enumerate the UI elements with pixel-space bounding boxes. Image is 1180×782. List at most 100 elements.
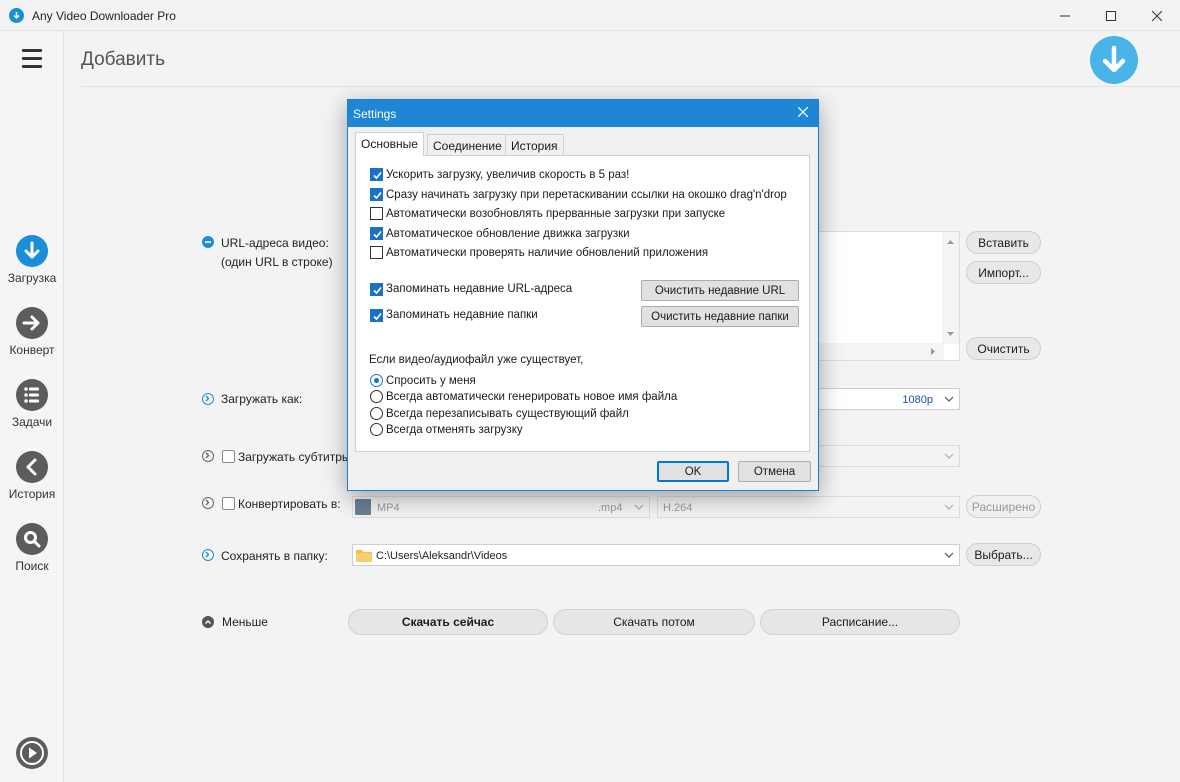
exists-heading: Если видео/аудиофайл уже существует,: [369, 354, 584, 366]
hamburger-menu-icon[interactable]: [22, 49, 42, 73]
browse-button[interactable]: Выбрать...: [966, 543, 1041, 566]
tab-panel: Ускорить загрузку, увеличив скорость в 5…: [355, 155, 810, 452]
sidebar-item-label: Загрузка: [7, 271, 57, 285]
expand-chevron-icon[interactable]: [202, 450, 214, 462]
option-checkbox[interactable]: [370, 246, 383, 259]
sidebar: Загрузка Конверт Задачи История Поиск: [0, 31, 64, 782]
option-checkbox[interactable]: [370, 188, 383, 201]
option-label: Автоматически возобновлять прерванные за…: [386, 208, 726, 220]
clear-recent-urls-button[interactable]: Очистить недавние URL: [641, 280, 799, 301]
sidebar-play-button[interactable]: [0, 737, 64, 769]
remember-folders-checkbox[interactable]: [370, 309, 383, 322]
exists-radio[interactable]: [370, 390, 383, 403]
option-label: Автоматическое обновление движка загрузк…: [386, 228, 630, 240]
option-checkbox[interactable]: [370, 168, 383, 181]
download-icon: [16, 235, 48, 267]
clear-button[interactable]: Очистить: [966, 337, 1041, 360]
codec-select[interactable]: H.264: [657, 496, 960, 518]
option-label: Сразу начинать загрузку при перетаскиван…: [386, 189, 787, 201]
convert-checkbox[interactable]: [222, 497, 235, 510]
exists-radio-label: Всегда отменять загрузку: [386, 424, 523, 436]
exists-radio-label: Всегда перезаписывать существующий файл: [386, 408, 629, 420]
dialog-title-bar: Settings: [348, 100, 818, 127]
page-title: Добавить: [81, 49, 165, 70]
remember-urls-checkbox[interactable]: [370, 283, 383, 296]
close-window-button[interactable]: [1134, 0, 1180, 31]
maximize-button[interactable]: [1088, 0, 1134, 31]
collapse-up-icon[interactable]: [202, 616, 214, 628]
remember-urls-label: Запоминать недавние URL-адреса: [386, 283, 573, 295]
format-ext: .mp4: [598, 502, 623, 514]
sidebar-item-download[interactable]: Загрузка: [0, 235, 64, 285]
dialog-title: Settings: [353, 107, 397, 121]
exists-radio[interactable]: [370, 407, 383, 420]
chevron-down-icon: [944, 453, 954, 459]
minimize-button[interactable]: [1042, 0, 1088, 31]
sidebar-item-label: История: [8, 487, 56, 501]
history-back-icon: [16, 451, 48, 483]
exists-radio-label: Всегда автоматически генерировать новое …: [386, 391, 678, 403]
option-label: Ускорить загрузку, увеличив скорость в 5…: [386, 169, 630, 181]
sidebar-item-label: Поиск: [15, 559, 49, 573]
subtitles-label: Загружать субтитры: [238, 450, 351, 464]
url-label: URL-адреса видео:: [221, 236, 329, 250]
download-icon[interactable]: [1090, 36, 1138, 84]
play-icon: [16, 737, 48, 769]
close-icon[interactable]: [792, 103, 814, 123]
sidebar-item-convert[interactable]: Конверт: [0, 307, 64, 357]
tab-general[interactable]: Основные: [355, 132, 424, 156]
expand-chevron-icon[interactable]: [202, 393, 214, 405]
cancel-button[interactable]: Отмена: [738, 461, 811, 482]
convert-arrow-icon: [16, 307, 48, 339]
advanced-button[interactable]: Расширено: [966, 495, 1041, 518]
settings-dialog: Settings Основные Соединение История Уск…: [347, 99, 819, 491]
convert-label: Конвертировать в:: [238, 497, 341, 511]
vertical-scrollbar[interactable]: [942, 232, 959, 344]
expand-chevron-icon[interactable]: [202, 549, 214, 561]
folder-value: C:\Users\Aleksandr\Videos: [376, 550, 508, 562]
save-to-label: Сохранять в папку:: [221, 549, 328, 563]
sidebar-item-search[interactable]: Поиск: [0, 523, 64, 573]
download-as-label: Загружать как:: [221, 392, 303, 406]
app-download-icon: [9, 8, 24, 23]
schedule-button[interactable]: Расписание...: [760, 609, 960, 635]
exists-radio[interactable]: [370, 423, 383, 436]
chevron-down-icon: [634, 504, 644, 510]
sidebar-item-label: Задачи: [11, 415, 53, 429]
import-button[interactable]: Импорт...: [966, 261, 1041, 284]
chevron-down-icon: [944, 396, 954, 402]
option-checkbox[interactable]: [370, 227, 383, 240]
window-title: Any Video Downloader Pro: [32, 9, 176, 23]
codec-value: H.264: [663, 502, 693, 514]
format-value: MP4: [377, 502, 400, 514]
expand-chevron-icon[interactable]: [202, 497, 214, 509]
chevron-down-icon: [944, 552, 954, 558]
paste-button[interactable]: Вставить: [966, 231, 1041, 254]
quality-value: 1080p: [902, 394, 933, 406]
divider: [81, 86, 1180, 87]
format-select[interactable]: MP4 .mp4: [352, 496, 650, 518]
folder-icon: [356, 550, 372, 562]
title-bar: Any Video Downloader Pro: [0, 0, 1180, 31]
subtitles-checkbox[interactable]: [222, 450, 235, 463]
folder-select[interactable]: C:\Users\Aleksandr\Videos: [352, 544, 960, 566]
sidebar-item-history[interactable]: История: [0, 451, 64, 501]
tab-history[interactable]: История: [505, 134, 564, 155]
option-checkbox[interactable]: [370, 207, 383, 220]
ok-button[interactable]: OK: [657, 461, 729, 482]
option-label: Автоматически проверять наличие обновлен…: [386, 247, 709, 259]
less-toggle[interactable]: Меньше: [222, 615, 268, 629]
download-now-button[interactable]: Скачать сейчас: [348, 609, 548, 635]
clear-recent-folders-button[interactable]: Очистить недавние папки: [641, 306, 799, 327]
sidebar-item-label: Конверт: [9, 343, 55, 357]
chevron-down-icon: [944, 504, 954, 510]
url-sublabel: (один URL в строке): [221, 255, 333, 269]
search-icon: [16, 523, 48, 555]
sidebar-item-tasks[interactable]: Задачи: [0, 379, 64, 429]
exists-radio[interactable]: [370, 374, 383, 387]
tab-connection[interactable]: Соединение: [427, 134, 508, 155]
collapse-minus-icon[interactable]: [202, 236, 214, 248]
download-later-button[interactable]: Скачать потом: [553, 609, 755, 635]
tasks-list-icon: [16, 379, 48, 411]
film-icon: [355, 499, 371, 515]
